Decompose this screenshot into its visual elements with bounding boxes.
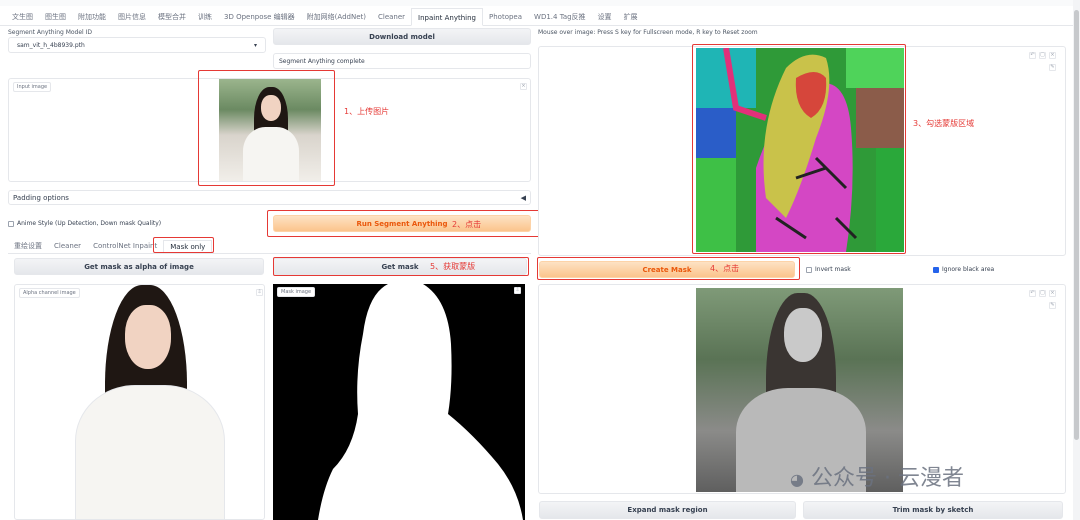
mask-image-panel[interactable]: Mask image ⇩ xyxy=(273,284,525,520)
alpha-image xyxy=(65,285,235,519)
trim-mask-button[interactable]: Trim mask by sketch xyxy=(803,501,1063,519)
tab-10[interactable]: Photopea xyxy=(483,8,528,26)
model-value: sam_vit_h_4b8939.pth xyxy=(17,41,85,49)
main-tabs: 文生图 图生图 附加功能 图片信息 模型合并 训练 3D Openpose 编辑器 附加网络(… xyxy=(0,7,1080,26)
close-icon[interactable]: × xyxy=(1049,290,1056,297)
step5-annotation: 5、获取蒙版 xyxy=(430,262,476,271)
padding-options-label: Padding options xyxy=(13,193,69,202)
model-dropdown[interactable]: sam_vit_h_4b8939.pth ▾ xyxy=(8,37,266,53)
step4-highlight xyxy=(537,257,800,280)
tab-3[interactable]: 图片信息 xyxy=(112,8,152,26)
input-image-tag: Input image xyxy=(13,82,52,92)
tab-13[interactable]: 扩展 xyxy=(618,8,644,26)
tab-5[interactable]: 训练 xyxy=(192,8,218,26)
step1-annotation: 1、上传图片 xyxy=(344,107,390,116)
status-text: Segment Anything complete xyxy=(273,53,531,69)
step2-highlight xyxy=(267,210,543,237)
alpha-channel-panel[interactable]: Alpha channel image ⇩ xyxy=(14,284,265,520)
get-mask-alpha-button[interactable]: Get mask as alpha of image xyxy=(14,258,264,275)
model-label: Segment Anything Model ID xyxy=(8,29,93,36)
top-strip xyxy=(0,0,1080,6)
brush-icon[interactable]: ✎ xyxy=(1049,302,1056,309)
step4-annotation: 4、点击 xyxy=(710,264,740,273)
close-icon[interactable]: × xyxy=(1049,52,1056,59)
anime-style-checkbox[interactable]: Anime Style (Up Detection, Down mask Qua… xyxy=(8,220,161,227)
step5-highlight xyxy=(273,257,529,276)
subtab-0[interactable]: 重绘设置 xyxy=(8,240,48,253)
tab-4[interactable]: 模型合并 xyxy=(152,8,192,26)
tab-6[interactable]: 3D Openpose 编辑器 xyxy=(218,8,301,26)
triangle-left-icon: ◀ xyxy=(520,193,526,202)
undo-icon[interactable]: ↶ xyxy=(1029,290,1036,297)
mask-only-highlight xyxy=(153,237,214,253)
checkbox-checked-icon xyxy=(933,266,939,273)
invert-mask-checkbox[interactable]: Invert mask xyxy=(806,266,851,273)
tab-0[interactable]: 文生图 xyxy=(6,8,39,26)
step1-highlight xyxy=(198,70,335,186)
expand-mask-button[interactable]: Expand mask region xyxy=(539,501,796,519)
trash-icon[interactable]: ▢ xyxy=(1039,52,1046,59)
step3-highlight xyxy=(692,44,906,254)
tab-8[interactable]: Cleaner xyxy=(372,8,411,26)
scrollbar-thumb[interactable] xyxy=(1074,10,1079,440)
tab-7[interactable]: 附加网络(AddNet) xyxy=(301,8,372,26)
padding-options-accordion[interactable]: Padding options ◀ xyxy=(8,190,531,205)
mask-silhouette xyxy=(318,284,523,520)
subtabs: 重绘设置 Cleaner ControlNet Inpaint Mask only xyxy=(8,240,531,254)
checkbox-icon xyxy=(8,220,14,227)
tab-12[interactable]: 设置 xyxy=(592,8,618,26)
hint-text: Mouse over image: Press S key for Fullsc… xyxy=(538,29,758,36)
ignore-black-label: Ignore black area xyxy=(942,266,995,273)
watermark: ◕ 公众号 · 云漫者 xyxy=(790,466,964,491)
subtab-1[interactable]: Cleaner xyxy=(48,240,87,253)
undo-icon[interactable]: ↶ xyxy=(1029,52,1036,59)
invert-mask-label: Invert mask xyxy=(815,266,851,273)
trash-icon[interactable]: ▢ xyxy=(1039,290,1046,297)
chevron-down-icon: ▾ xyxy=(253,41,257,49)
anime-style-label: Anime Style (Up Detection, Down mask Qua… xyxy=(17,220,162,227)
wechat-icon: ◕ xyxy=(790,470,804,489)
ignore-black-checkbox[interactable]: Ignore black area xyxy=(933,266,994,273)
scrollbar[interactable] xyxy=(1073,0,1080,520)
step3-annotation: 3、勾选蒙版区域 xyxy=(913,119,975,128)
download-icon[interactable]: ⇩ xyxy=(256,289,263,296)
download-model-button[interactable]: Download model xyxy=(273,28,531,45)
tab-11[interactable]: WD1.4 Tag反推 xyxy=(528,8,592,26)
checkbox-icon xyxy=(806,266,812,273)
subtab-2[interactable]: ControlNet Inpaint xyxy=(87,240,163,253)
close-icon[interactable]: × xyxy=(520,83,527,90)
brush-icon[interactable]: ✎ xyxy=(1049,64,1056,71)
alpha-tag: Alpha channel image xyxy=(19,288,80,298)
step2-annotation: 2、点击 xyxy=(452,220,482,229)
tab-1[interactable]: 图生图 xyxy=(39,8,72,26)
tab-2[interactable]: 附加功能 xyxy=(72,8,112,26)
tab-9[interactable]: Inpaint Anything xyxy=(411,7,484,26)
